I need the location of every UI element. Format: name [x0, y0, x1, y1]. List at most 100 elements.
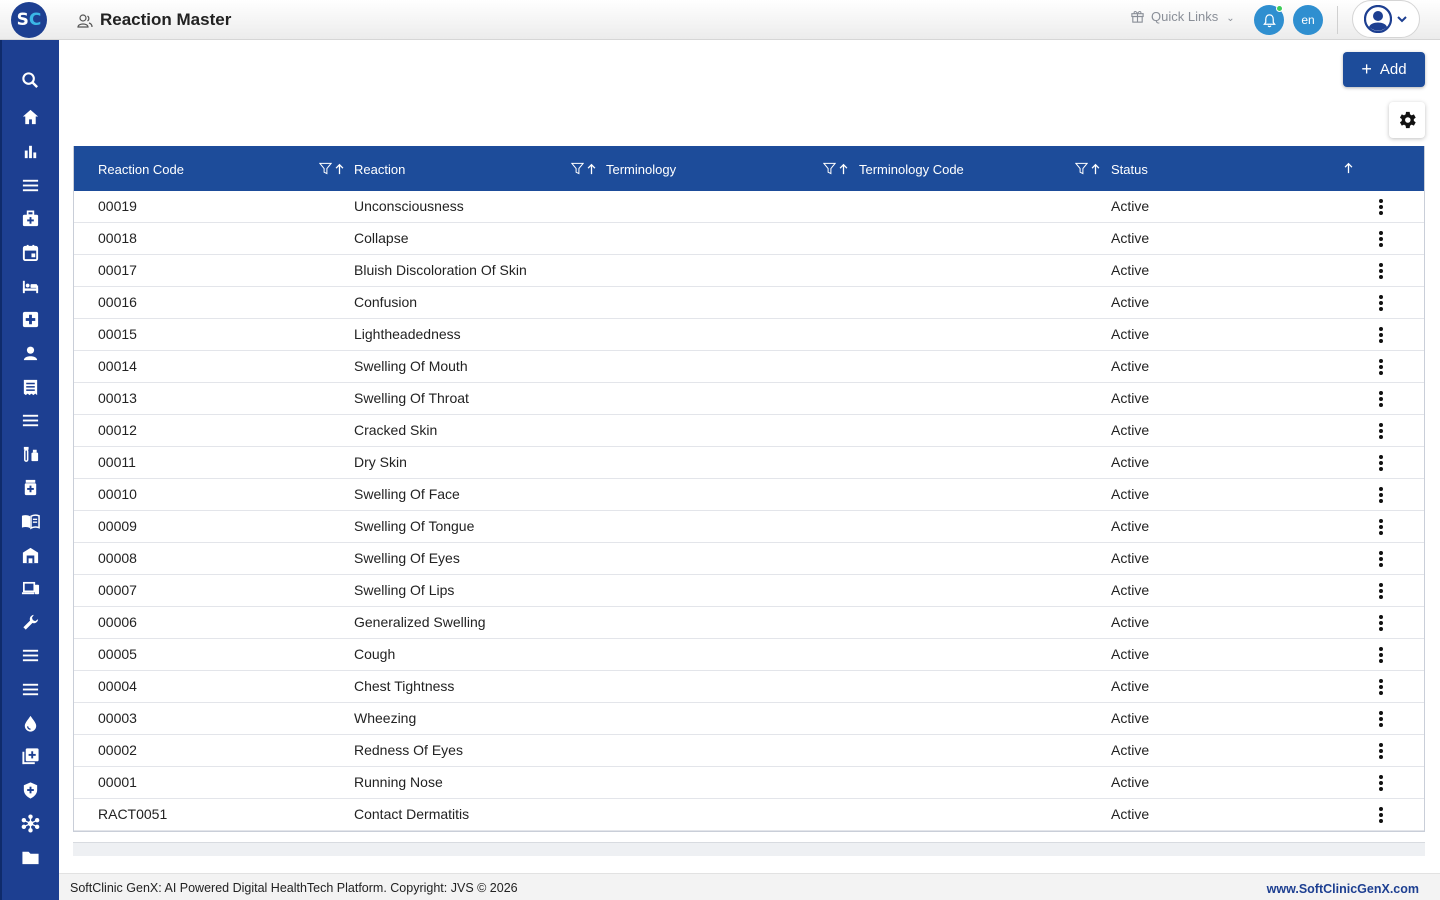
table-row[interactable]: 00001 Running Nose Active: [74, 767, 1424, 799]
row-actions-menu[interactable]: [1374, 741, 1388, 761]
row-actions-menu[interactable]: [1374, 709, 1388, 729]
filter-icon[interactable]: [571, 162, 584, 175]
sidebar-item-library[interactable]: [19, 510, 41, 532]
table-row[interactable]: 00007 Swelling Of Lips Active: [74, 575, 1424, 607]
row-actions-menu[interactable]: [1374, 485, 1388, 505]
add-button[interactable]: + Add: [1343, 52, 1425, 87]
row-actions-menu[interactable]: [1374, 261, 1388, 281]
sidebar-item-pharmacy[interactable]: [19, 476, 41, 498]
table-row[interactable]: 00004 Chest Tightness Active: [74, 671, 1424, 703]
grid-header: Reaction Code Reaction Terminology Termi…: [74, 146, 1424, 191]
table-row[interactable]: 00014 Swelling Of Mouth Active: [74, 351, 1424, 383]
sidebar-item-menu-1[interactable]: [19, 174, 41, 196]
table-row[interactable]: 00019 Unconsciousness Active: [74, 191, 1424, 223]
sidebar-item-integrations[interactable]: [19, 812, 41, 834]
table-row[interactable]: 00008 Swelling Of Eyes Active: [74, 543, 1424, 575]
more-vertical-icon: [1379, 359, 1383, 375]
quick-links-menu[interactable]: Quick Links ⌄: [1130, 9, 1235, 24]
sidebar-item-security[interactable]: [19, 779, 41, 801]
cell-reaction: Cracked Skin: [354, 422, 438, 438]
row-actions-menu[interactable]: [1374, 293, 1388, 313]
sidebar-item-billing[interactable]: [19, 376, 41, 398]
row-actions-menu[interactable]: [1374, 453, 1388, 473]
sidebar-item-stores[interactable]: [19, 544, 41, 566]
table-row[interactable]: 00009 Swelling Of Tongue Active: [74, 511, 1424, 543]
column-header-terminology-code[interactable]: Terminology Code: [859, 162, 964, 177]
sidebar-item-settings[interactable]: [19, 611, 41, 633]
row-actions-menu[interactable]: [1374, 677, 1388, 697]
sort-up-icon[interactable]: [334, 163, 345, 175]
row-actions-menu[interactable]: [1374, 581, 1388, 601]
row-actions-menu[interactable]: [1374, 805, 1388, 825]
sidebar-item-menu-4[interactable]: [19, 678, 41, 700]
row-actions-menu[interactable]: [1374, 357, 1388, 377]
more-vertical-icon: [1379, 519, 1383, 535]
table-row[interactable]: RACT0051 Contact Dermatitis Active: [74, 799, 1424, 831]
language-button[interactable]: en: [1293, 5, 1323, 35]
hub-icon: [21, 813, 39, 833]
sidebar-item-reports[interactable]: [19, 140, 41, 162]
sort-up-icon[interactable]: [586, 163, 597, 175]
table-row[interactable]: 00016 Confusion Active: [74, 287, 1424, 319]
row-actions-menu[interactable]: [1374, 389, 1388, 409]
sidebar-item-home[interactable]: [19, 106, 41, 128]
table-row[interactable]: 00011 Dry Skin Active: [74, 447, 1424, 479]
sidebar-item-lab[interactable]: [19, 443, 41, 465]
cell-status: Active: [1111, 678, 1150, 694]
table-row[interactable]: 00005 Cough Active: [74, 639, 1424, 671]
table-row[interactable]: 00010 Swelling Of Face Active: [74, 479, 1424, 511]
table-row[interactable]: 00013 Swelling Of Throat Active: [74, 383, 1424, 415]
cell-status: Active: [1111, 742, 1150, 758]
column-header-reaction-code[interactable]: Reaction Code: [98, 162, 184, 177]
column-header-status[interactable]: Status: [1111, 162, 1148, 177]
row-actions-menu[interactable]: [1374, 325, 1388, 345]
row-actions-menu[interactable]: [1374, 773, 1388, 793]
sidebar-item-blood-bank[interactable]: [19, 712, 41, 734]
row-actions-menu[interactable]: [1374, 229, 1388, 249]
sort-up-icon[interactable]: [1090, 163, 1101, 175]
table-row[interactable]: 00003 Wheezing Active: [74, 703, 1424, 735]
row-actions-menu[interactable]: [1374, 421, 1388, 441]
cell-reaction: Bluish Discoloration Of Skin: [354, 262, 527, 278]
sidebar-item-inpatient[interactable]: [19, 275, 41, 297]
sidebar-item-menu-3[interactable]: [19, 644, 41, 666]
horizontal-scrollbar[interactable]: [73, 842, 1425, 856]
table-row[interactable]: 00006 Generalized Swelling Active: [74, 607, 1424, 639]
medical-plus-icon: [22, 311, 38, 327]
table-row[interactable]: 00015 Lightheadedness Active: [74, 319, 1424, 351]
filter-icon[interactable]: [1075, 162, 1088, 175]
cell-reaction-code: 00013: [98, 390, 137, 406]
sort-up-icon[interactable]: [1343, 162, 1354, 174]
table-row[interactable]: 00002 Redness Of Eyes Active: [74, 735, 1424, 767]
sidebar-item-appointments[interactable]: [19, 241, 41, 263]
table-row[interactable]: 00017 Bluish Discoloration Of Skin Active: [74, 255, 1424, 287]
row-actions-menu[interactable]: [1374, 613, 1388, 633]
column-header-terminology[interactable]: Terminology: [606, 162, 676, 177]
cell-reaction: Generalized Swelling: [354, 614, 486, 630]
app-logo[interactable]: SC: [11, 2, 47, 38]
row-actions-menu[interactable]: [1374, 517, 1388, 537]
row-actions-menu[interactable]: [1374, 549, 1388, 569]
table-row[interactable]: 00012 Cracked Skin Active: [74, 415, 1424, 447]
sidebar-item-clinical[interactable]: [19, 207, 41, 229]
grid-settings-button[interactable]: [1389, 102, 1425, 138]
row-actions-menu[interactable]: [1374, 197, 1388, 217]
sidebar-item-add-record[interactable]: [19, 745, 41, 767]
sidebar-item-search[interactable]: [19, 69, 41, 91]
user-profile-menu[interactable]: [1352, 0, 1420, 38]
sort-up-icon[interactable]: [838, 163, 849, 175]
sidebar-item-medical[interactable]: [19, 308, 41, 330]
devices-icon: [21, 581, 39, 594]
cell-reaction-code: 00012: [98, 422, 137, 438]
filter-icon[interactable]: [823, 162, 836, 175]
filter-icon[interactable]: [319, 162, 332, 175]
sidebar-item-menu-2[interactable]: [19, 409, 41, 431]
more-vertical-icon: [1379, 679, 1383, 695]
sidebar-item-documents[interactable]: [19, 846, 41, 868]
footer-website-link[interactable]: www.SoftClinicGenX.com: [1267, 882, 1419, 896]
sidebar-item-devices[interactable]: [19, 577, 41, 599]
table-row[interactable]: 00018 Collapse Active: [74, 223, 1424, 255]
sidebar-item-patients[interactable]: [19, 342, 41, 364]
column-header-reaction[interactable]: Reaction: [354, 162, 405, 177]
row-actions-menu[interactable]: [1374, 645, 1388, 665]
